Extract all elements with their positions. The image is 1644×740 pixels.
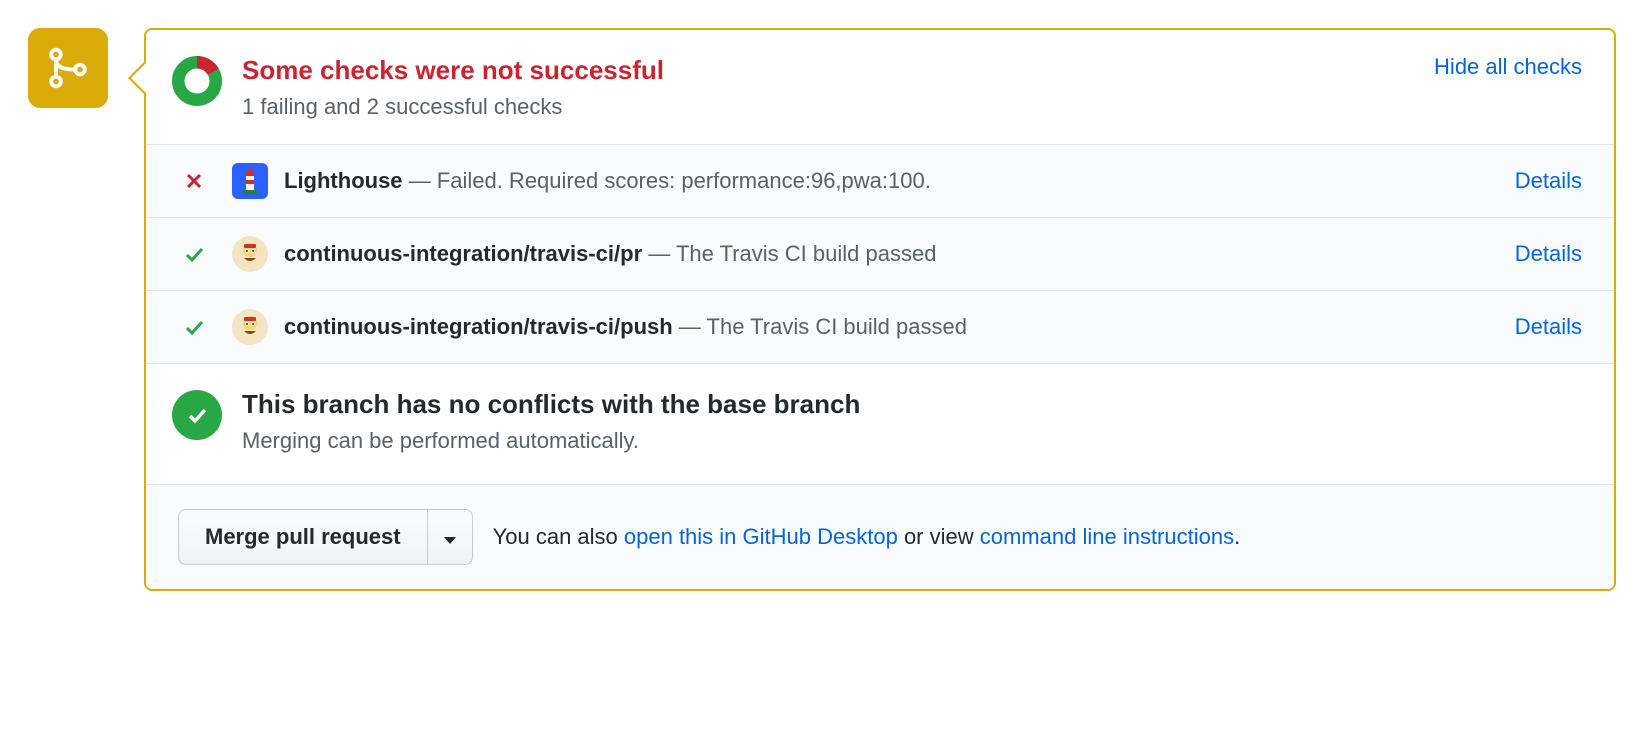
check-name: Lighthouse	[284, 168, 403, 193]
caret-down-icon	[444, 537, 456, 544]
fail-icon	[182, 171, 206, 191]
check-row: continuous-integration/travis-ci/pr — Th…	[146, 218, 1614, 291]
merge-button-group: Merge pull request	[178, 509, 473, 565]
checks-header: Some checks were not successful 1 failin…	[146, 30, 1614, 145]
merge-pull-request-button[interactable]: Merge pull request	[178, 509, 428, 565]
merge-status-timeline: Some checks were not successful 1 failin…	[28, 28, 1616, 591]
travis-avatar	[232, 236, 268, 272]
merge-footer: Merge pull request You can also open thi…	[146, 485, 1614, 589]
check-name: continuous-integration/travis-ci/pr	[284, 241, 642, 266]
check-text: continuous-integration/travis-ci/pr — Th…	[284, 241, 1503, 267]
check-row: Lighthouse — Failed. Required scores: pe…	[146, 145, 1614, 218]
check-text: Lighthouse — Failed. Required scores: pe…	[284, 168, 1503, 194]
merge-status-box: Some checks were not successful 1 failin…	[144, 28, 1616, 591]
command-line-instructions-link[interactable]: command line instructions	[980, 524, 1234, 549]
merge-options-dropdown[interactable]	[428, 509, 473, 565]
conflicts-subtitle: Merging can be performed automatically.	[242, 428, 860, 454]
open-github-desktop-link[interactable]: open this in GitHub Desktop	[624, 524, 898, 549]
check-name: continuous-integration/travis-ci/push	[284, 314, 673, 339]
pass-icon	[182, 316, 206, 338]
travis-avatar	[232, 309, 268, 345]
check-row: continuous-integration/travis-ci/push — …	[146, 291, 1614, 364]
pass-icon	[182, 243, 206, 265]
git-merge-icon	[44, 44, 92, 92]
check-message: Failed. Required scores: performance:96,…	[437, 168, 931, 193]
footer-text: You can also open this in GitHub Desktop…	[493, 524, 1241, 550]
lighthouse-avatar	[232, 163, 268, 199]
check-message: The Travis CI build passed	[676, 241, 936, 266]
hide-all-checks-link[interactable]: Hide all checks	[1434, 54, 1582, 80]
conflicts-section: This branch has no conflicts with the ba…	[146, 364, 1614, 485]
checks-subtitle: 1 failing and 2 successful checks	[242, 94, 1422, 120]
check-details-link[interactable]: Details	[1515, 241, 1582, 267]
checks-title: Some checks were not successful	[242, 54, 1422, 88]
check-text: continuous-integration/travis-ci/push — …	[284, 314, 1503, 340]
check-message: The Travis CI build passed	[707, 314, 967, 339]
check-details-link[interactable]: Details	[1515, 314, 1582, 340]
status-donut-icon	[172, 56, 222, 106]
merge-badge	[28, 28, 108, 108]
conflicts-title: This branch has no conflicts with the ba…	[242, 388, 860, 422]
check-details-link[interactable]: Details	[1515, 168, 1582, 194]
success-icon	[172, 390, 222, 440]
